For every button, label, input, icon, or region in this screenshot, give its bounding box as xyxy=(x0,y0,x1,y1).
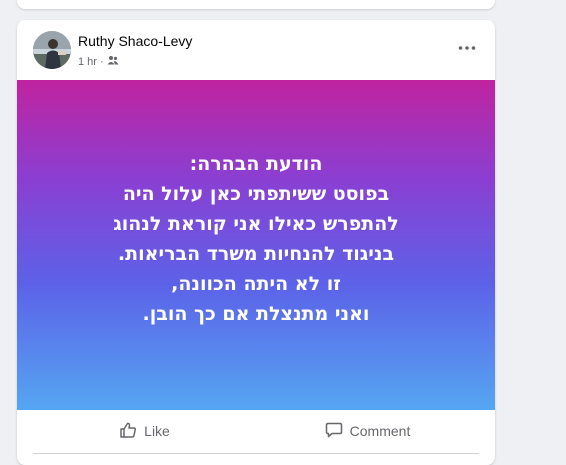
previous-post-card xyxy=(17,0,495,9)
like-label: Like xyxy=(144,423,170,439)
post-meta: 1 hr · xyxy=(78,55,119,68)
friends-icon[interactable] xyxy=(107,55,119,68)
post-header: Ruthy Shaco-Levy 1 hr · xyxy=(17,20,495,80)
comment-icon xyxy=(325,421,343,442)
post-text-line: ואני מתנצלת אם כך הובן. xyxy=(142,303,370,325)
meta-separator: · xyxy=(99,55,104,68)
post-text: הודעת הבהרה: בפוסט ששיתפתי כאן עלול היה … xyxy=(113,149,399,329)
post-text-line: להתפרש כאילו אני קוראת לנהוג xyxy=(113,213,399,235)
post-colored-background: הודעת הבהרה: בפוסט ששיתפתי כאן עלול היה … xyxy=(17,80,495,410)
post-text-line: בניגוד להנחיות משרד הבריאות. xyxy=(117,243,395,265)
author-name[interactable]: Ruthy Shaco-Levy xyxy=(78,33,192,49)
thumbs-up-icon xyxy=(119,421,137,442)
post-text-line: זו לא היתה הכוונה, xyxy=(171,273,341,295)
avatar-image xyxy=(33,31,71,69)
post-actions: Like Comment xyxy=(33,413,479,449)
post-text-line: בפוסט ששיתפתי כאן עלול היה xyxy=(122,183,390,205)
post-text-line: הודעת הבהרה: xyxy=(189,153,323,175)
avatar[interactable] xyxy=(33,31,71,69)
post-card: Ruthy Shaco-Levy 1 hr · הודעת הבהרה: בפו… xyxy=(17,20,495,465)
comment-label: Comment xyxy=(349,423,411,439)
post-time[interactable]: 1 hr xyxy=(78,56,97,68)
like-button[interactable]: Like xyxy=(33,415,256,447)
comment-button[interactable]: Comment xyxy=(256,415,479,447)
actions-divider xyxy=(33,453,479,454)
more-dots-icon[interactable] xyxy=(453,36,481,60)
